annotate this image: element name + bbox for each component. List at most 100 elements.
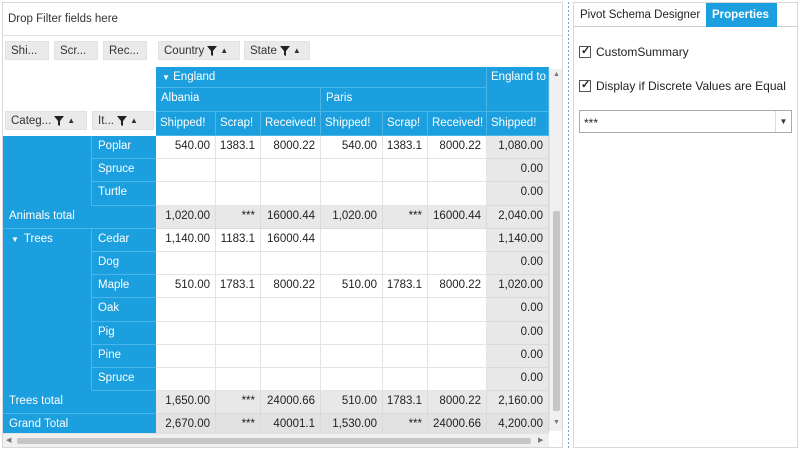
total-cell: 1783.1 <box>383 391 428 415</box>
custom-summary-checkbox[interactable]: ✓ <box>579 45 591 58</box>
data-cell: 0.00 <box>487 182 549 206</box>
splitter-dot <box>568 406 569 408</box>
row-item-label[interactable]: Maple <box>91 275 156 299</box>
tab-properties[interactable]: Properties <box>706 3 777 27</box>
filter-drop-zone[interactable]: Drop Filter fields here <box>3 3 562 36</box>
splitter-dot <box>568 338 569 340</box>
total-cell: 1,020.00 <box>156 205 216 229</box>
row-item-label[interactable]: Spruce <box>91 159 156 183</box>
splitter-dot <box>568 278 569 280</box>
splitter-dot <box>568 58 569 60</box>
splitter-dot <box>568 298 569 300</box>
splitter-dot <box>568 26 569 28</box>
collapse-toggle-icon[interactable]: ▼ <box>11 235 19 244</box>
splitter-dot <box>568 254 569 256</box>
splitter-dot <box>568 166 569 168</box>
horizontal-scroll-thumb[interactable] <box>17 438 531 444</box>
measure-header-4[interactable]: Scrap! <box>383 112 428 136</box>
splitter-dot <box>568 186 569 188</box>
tab-pivot-schema-designer[interactable]: Pivot Schema Designer <box>574 3 706 27</box>
splitter-dot <box>568 106 569 108</box>
summary-value-select[interactable]: *** ▼ <box>579 110 792 133</box>
row-item-label[interactable]: Turtle <box>91 182 156 206</box>
check-icon: ✓ <box>581 45 591 57</box>
splitter-dot <box>568 190 569 192</box>
scroll-right-icon[interactable]: ▶ <box>538 436 543 444</box>
collapse-toggle-icon[interactable]: ▼ <box>162 73 170 82</box>
data-cell <box>216 252 261 276</box>
sort-ascending-icon[interactable]: ▲ <box>130 116 138 125</box>
row-item-label[interactable]: Pig <box>91 321 156 345</box>
custom-summary-option[interactable]: ✓ CustomSummary <box>579 45 689 59</box>
measure-header-3[interactable]: Shipped! <box>321 112 383 136</box>
splitter-dot <box>568 398 569 400</box>
measure-header-0[interactable]: Shipped! <box>156 112 216 136</box>
horizontal-scrollbar[interactable]: ◀ ▶ <box>3 433 549 447</box>
row-item-label[interactable]: Dog <box>91 252 156 276</box>
splitter[interactable] <box>566 0 572 450</box>
row-category-header[interactable]: ▼ Trees <box>3 228 91 252</box>
data-cell: 1,020.00 <box>487 275 549 299</box>
splitter-dot <box>568 294 569 296</box>
splitter-dot <box>568 218 569 220</box>
vertical-scroll-thumb[interactable] <box>553 211 560 411</box>
filter-icon[interactable] <box>207 45 218 56</box>
splitter-dot <box>568 214 569 216</box>
row-item-label[interactable]: Pine <box>91 344 156 368</box>
data-cell: 0.00 <box>487 252 549 276</box>
sort-ascending-icon[interactable]: ▲ <box>67 116 75 125</box>
splitter-dot <box>568 142 569 144</box>
data-cell <box>428 368 487 392</box>
splitter-dot <box>568 318 569 320</box>
data-field-chip-scrap[interactable]: Scr... <box>54 41 98 60</box>
column-field-chip-country[interactable]: Country ▲ <box>158 41 240 60</box>
app-window: Drop Filter fields here Shi... Scr... Re… <box>0 0 800 450</box>
splitter-dot <box>568 446 569 448</box>
data-cell <box>261 298 321 322</box>
measure-header-6[interactable]: Shipped! <box>487 112 549 136</box>
splitter-dot <box>568 330 569 332</box>
sort-ascending-icon[interactable]: ▲ <box>293 46 301 55</box>
data-cell: 1383.1 <box>216 136 261 160</box>
filter-icon[interactable] <box>116 115 127 126</box>
pivot-grid: Drop Filter fields here Shi... Scr... Re… <box>2 2 563 448</box>
row-item-label[interactable]: Spruce <box>91 368 156 392</box>
splitter-dot <box>568 182 569 184</box>
splitter-dot <box>568 122 569 124</box>
row-item-label[interactable]: Cedar <box>91 228 156 252</box>
splitter-dot <box>568 234 569 236</box>
row-item-label[interactable]: Oak <box>91 298 156 322</box>
data-cell <box>383 182 428 206</box>
data-field-chip-shipped[interactable]: Shi... <box>5 41 49 60</box>
discrete-values-option[interactable]: ✓ Display if Discrete Values are Equal <box>579 79 786 93</box>
total-cell: 1,650.00 <box>156 391 216 415</box>
splitter-dot <box>568 146 569 148</box>
filter-icon[interactable] <box>54 115 65 126</box>
splitter-dot <box>568 354 569 356</box>
splitter-dot <box>568 158 569 160</box>
column-header-england[interactable]: ▼ England <box>156 67 487 88</box>
filter-icon[interactable] <box>279 45 290 56</box>
splitter-dot <box>568 302 569 304</box>
splitter-dot <box>568 18 569 20</box>
vertical-scrollbar[interactable]: ▲ ▼ <box>549 69 562 431</box>
splitter-dot <box>568 342 569 344</box>
row-item-label[interactable]: Poplar <box>91 136 156 160</box>
measure-header-2[interactable]: Received! <box>261 112 321 136</box>
data-cell <box>261 252 321 276</box>
column-field-chip-state[interactable]: State ▲ <box>244 41 310 60</box>
data-cell: 1,140.00 <box>156 228 216 252</box>
row-field-chip-item[interactable]: It... ▲ <box>92 111 154 130</box>
scroll-up-icon[interactable]: ▲ <box>553 71 560 78</box>
scroll-left-icon[interactable]: ◀ <box>6 436 11 444</box>
row-field-chip-category[interactable]: Categ... ▲ <box>5 111 87 130</box>
scroll-down-icon[interactable]: ▼ <box>553 419 560 426</box>
chevron-down-icon[interactable]: ▼ <box>775 111 791 132</box>
splitter-dot <box>568 418 569 420</box>
data-field-chip-received[interactable]: Rec... <box>103 41 147 60</box>
measure-header-5[interactable]: Received! <box>428 112 487 136</box>
sort-ascending-icon[interactable]: ▲ <box>220 46 228 55</box>
measure-header-1[interactable]: Scrap! <box>216 112 261 136</box>
discrete-values-checkbox[interactable]: ✓ <box>579 79 591 92</box>
row-category-spacer <box>3 136 91 160</box>
